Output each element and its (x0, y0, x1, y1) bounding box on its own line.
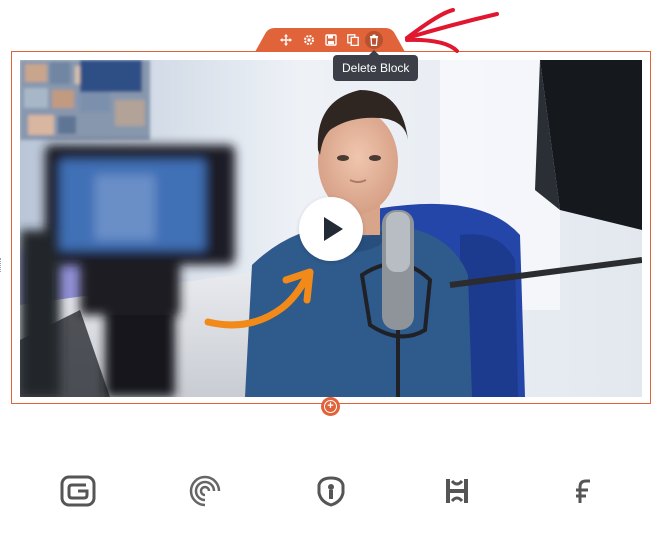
settings-icon[interactable] (300, 31, 318, 49)
plus-circle-icon: + (324, 400, 337, 413)
move-icon[interactable] (277, 31, 295, 49)
save-icon[interactable] (322, 31, 340, 49)
edge-marker (0, 258, 4, 272)
add-block-button[interactable]: + (321, 397, 340, 416)
block-toolbar (255, 28, 405, 52)
delete-icon[interactable] (365, 31, 383, 49)
page-builder-canvas: Delete Block + (0, 0, 662, 538)
shield-logo (313, 473, 349, 509)
f-logo (566, 473, 602, 509)
selected-block-outline (11, 51, 651, 404)
h-logo (439, 473, 475, 509)
g-logo (60, 473, 96, 509)
swirl-logo (187, 473, 223, 509)
duplicate-icon[interactable] (344, 31, 362, 49)
annotation-arrow (405, 8, 499, 53)
